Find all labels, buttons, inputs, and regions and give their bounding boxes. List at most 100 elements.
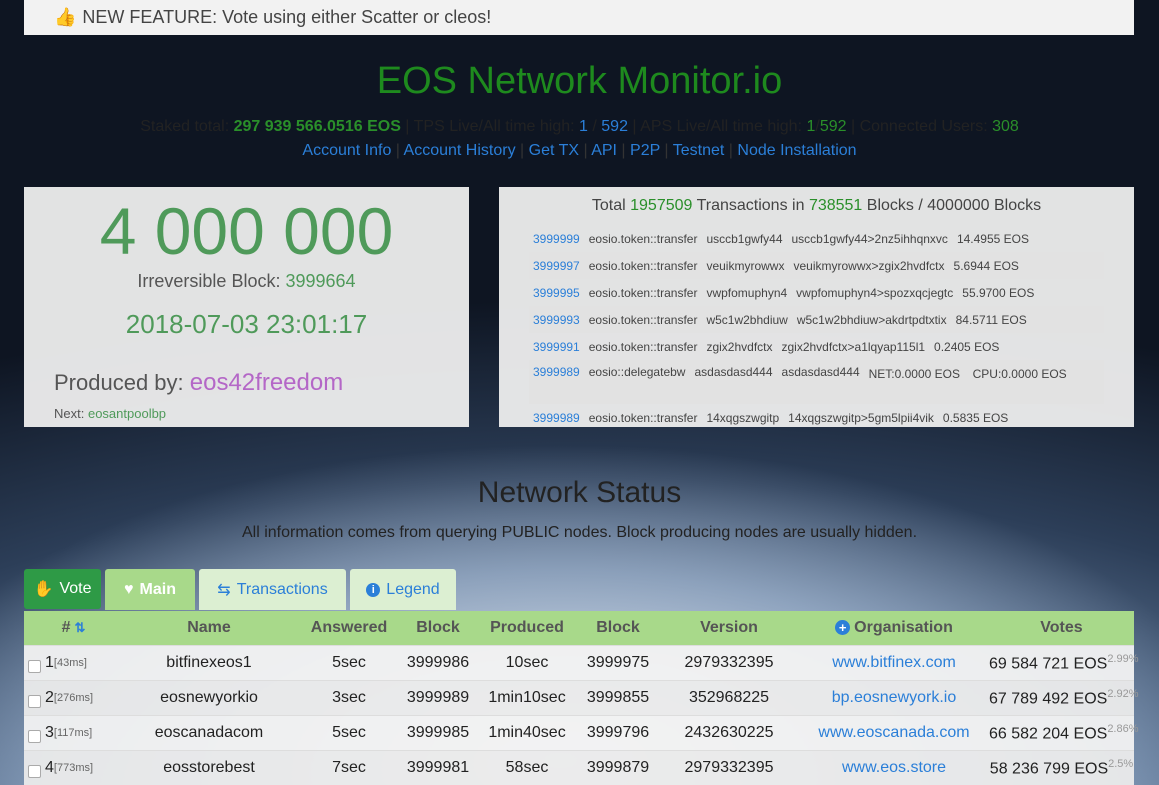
tab-vote[interactable]: ✋ Vote xyxy=(24,569,101,609)
row-rank: 1 xyxy=(45,654,54,671)
tab-legend[interactable]: i Legend xyxy=(350,569,456,610)
link-testnet[interactable]: Testnet xyxy=(673,142,725,159)
link-account-info[interactable]: Account Info xyxy=(302,142,391,159)
row-checkbox[interactable] xyxy=(28,729,41,743)
tx-block-link[interactable]: 3999989 xyxy=(533,411,580,425)
tx-action: eosio.token::transfer xyxy=(588,410,698,425)
row-rank: 2 xyxy=(45,689,54,706)
tx-amount: 84.5711 EOS xyxy=(955,312,1027,327)
thumbs-up-icon: 👍 xyxy=(54,7,77,27)
tx-row: 3999995 eosio.token::transfer vwpfomuphy… xyxy=(529,279,1104,306)
tx-row: 3999993 eosio.token::transfer w5c1w2bhdi… xyxy=(529,306,1104,333)
row-checkbox[interactable] xyxy=(28,659,41,673)
tx-amount: 55.9700 EOS xyxy=(962,285,1035,300)
banner-text: NEW FEATURE: Vote using either Scatter o… xyxy=(82,7,492,27)
row-version: 2979332395 xyxy=(684,654,774,671)
table-row: 1 [43ms] bitfinexeos1 5sec 3999986 10sec … xyxy=(24,645,1139,680)
row-block: 3999986 xyxy=(406,654,470,671)
tx-action: eosio.token::transfer xyxy=(588,231,698,246)
tx-row: 3999989 eosio::delegatebw asdasdasd444 a… xyxy=(529,360,1104,404)
link-api[interactable]: API xyxy=(591,142,617,159)
col-organisation[interactable]: + Organisation xyxy=(799,619,989,637)
produced-label: Produced by: xyxy=(54,370,184,395)
row-produced: 1min10sec xyxy=(488,689,566,706)
plus-circle-icon[interactable]: + xyxy=(835,620,851,635)
tps-high: 592 xyxy=(601,118,628,135)
aps-live: 1 xyxy=(806,118,816,135)
row-produced: 10sec xyxy=(505,654,549,671)
row-rank: 4 xyxy=(45,759,54,776)
current-block-number: 4 000 000 xyxy=(99,194,394,268)
next-producer: Next: eosantpoolbp xyxy=(54,406,166,421)
hand-icon: ✋ xyxy=(33,581,54,598)
row-block: 3999981 xyxy=(406,759,470,776)
row-checkbox[interactable] xyxy=(28,694,41,708)
row-name: eosnewyorkio xyxy=(160,689,258,706)
row-block2: 3999975 xyxy=(586,654,650,671)
produced-by: Produced by: eos42freedom xyxy=(54,369,343,397)
table-row: 4 [773ms] eosstorebest 7sec 3999981 58sec… xyxy=(24,750,1134,785)
network-status-title: Network Status xyxy=(477,476,682,509)
col-name[interactable]: Name xyxy=(119,619,299,637)
tab-bar: ✋ Vote ♥ Main ⇆ Transactions i Legend xyxy=(24,569,456,610)
tx-from: veuikmyrowwx xyxy=(706,258,785,273)
col-block[interactable]: Block xyxy=(399,619,477,637)
col-produced[interactable]: Produced xyxy=(477,619,577,637)
col-answered[interactable]: Answered xyxy=(299,619,399,637)
link-node-installation[interactable]: Node Installation xyxy=(737,142,856,159)
next-producer-name[interactable]: eosantpoolbp xyxy=(88,406,166,421)
row-votes: 67 789 492 EOS xyxy=(989,690,1108,708)
info-icon: i xyxy=(366,582,381,597)
tx-from: w5c1w2bhdiuw xyxy=(706,312,788,327)
tx-block-link[interactable]: 3999989 xyxy=(533,365,580,379)
tx-memo: zgix2hvdfctx>a1lqyap115l1 xyxy=(781,339,926,354)
col-version[interactable]: Version xyxy=(659,619,799,637)
row-answered: 7sec xyxy=(332,759,366,776)
link-p2p[interactable]: P2P xyxy=(630,142,660,159)
row-votes: 58 236 799 EOS xyxy=(989,760,1109,778)
network-status-subtitle: All information comes from querying PUBL… xyxy=(241,524,918,541)
tx-block-link[interactable]: 3999993 xyxy=(533,313,580,327)
row-block2: 3999796 xyxy=(586,724,650,741)
users-label: Connected Users: xyxy=(859,118,988,135)
tx-block-link[interactable]: 3999997 xyxy=(533,259,580,273)
row-checkbox[interactable] xyxy=(28,764,41,778)
users-value: 308 xyxy=(992,118,1019,135)
row-organisation-link[interactable]: www.eoscanada.com xyxy=(799,724,989,742)
tx-action: eosio.token::transfer xyxy=(588,285,698,300)
row-name: bitfinexeos1 xyxy=(166,654,252,671)
row-answered: 5sec xyxy=(332,724,366,741)
tab-main[interactable]: ♥ Main xyxy=(105,569,195,610)
block-panel: 4 000 000 Irreversible Block: 3999664 20… xyxy=(24,187,469,427)
row-name: eosstorebest xyxy=(163,759,255,776)
irreversible-label: Irreversible Block: xyxy=(137,271,281,291)
row-ping: [773ms] xyxy=(53,762,94,774)
link-get-tx[interactable]: Get TX xyxy=(529,142,579,159)
tx-row: 3999999 eosio.token::transfer usccb1gwfy… xyxy=(529,225,1104,252)
row-ping: [43ms] xyxy=(53,657,87,669)
table-header: # ⇅ Name Answered Block Produced Block Ve… xyxy=(24,611,1134,645)
tab-transactions[interactable]: ⇆ Transactions xyxy=(199,569,346,610)
tx-memo: w5c1w2bhdiuw>akdrtpdtxtix xyxy=(796,312,947,327)
table-row: 2 [276ms] eosnewyorkio 3sec 3999989 1min1… xyxy=(24,680,1139,715)
aps-label: APS Live/All time high: xyxy=(640,118,803,135)
col-votes[interactable]: Votes xyxy=(989,619,1134,637)
row-produced: 58sec xyxy=(505,759,549,776)
transactions-list: 3999999 eosio.token::transfer usccb1gwfy… xyxy=(529,225,1104,427)
col-block2[interactable]: Block xyxy=(577,619,659,637)
heartbeat-icon: ♥ xyxy=(124,580,134,598)
row-block2: 3999855 xyxy=(586,689,650,706)
col-rank[interactable]: # ⇅ xyxy=(24,619,119,637)
sort-icon[interactable]: ⇅ xyxy=(75,620,86,636)
row-block2: 3999879 xyxy=(586,759,650,776)
row-organisation-link[interactable]: www.bitfinex.com xyxy=(799,654,989,672)
tx-block-link[interactable]: 3999995 xyxy=(533,286,580,300)
tx-block-link[interactable]: 3999991 xyxy=(533,340,580,354)
col-organisation-label: Organisation xyxy=(854,619,953,636)
tx-block-link[interactable]: 3999999 xyxy=(533,232,580,246)
row-organisation-link[interactable]: www.eos.store xyxy=(799,759,989,777)
link-account-history[interactable]: Account History xyxy=(404,142,516,159)
tx-head-mid: Transactions in xyxy=(696,197,805,214)
row-organisation-link[interactable]: bp.eosnewyork.io xyxy=(799,689,989,707)
producer-name[interactable]: eos42freedom xyxy=(190,369,343,396)
